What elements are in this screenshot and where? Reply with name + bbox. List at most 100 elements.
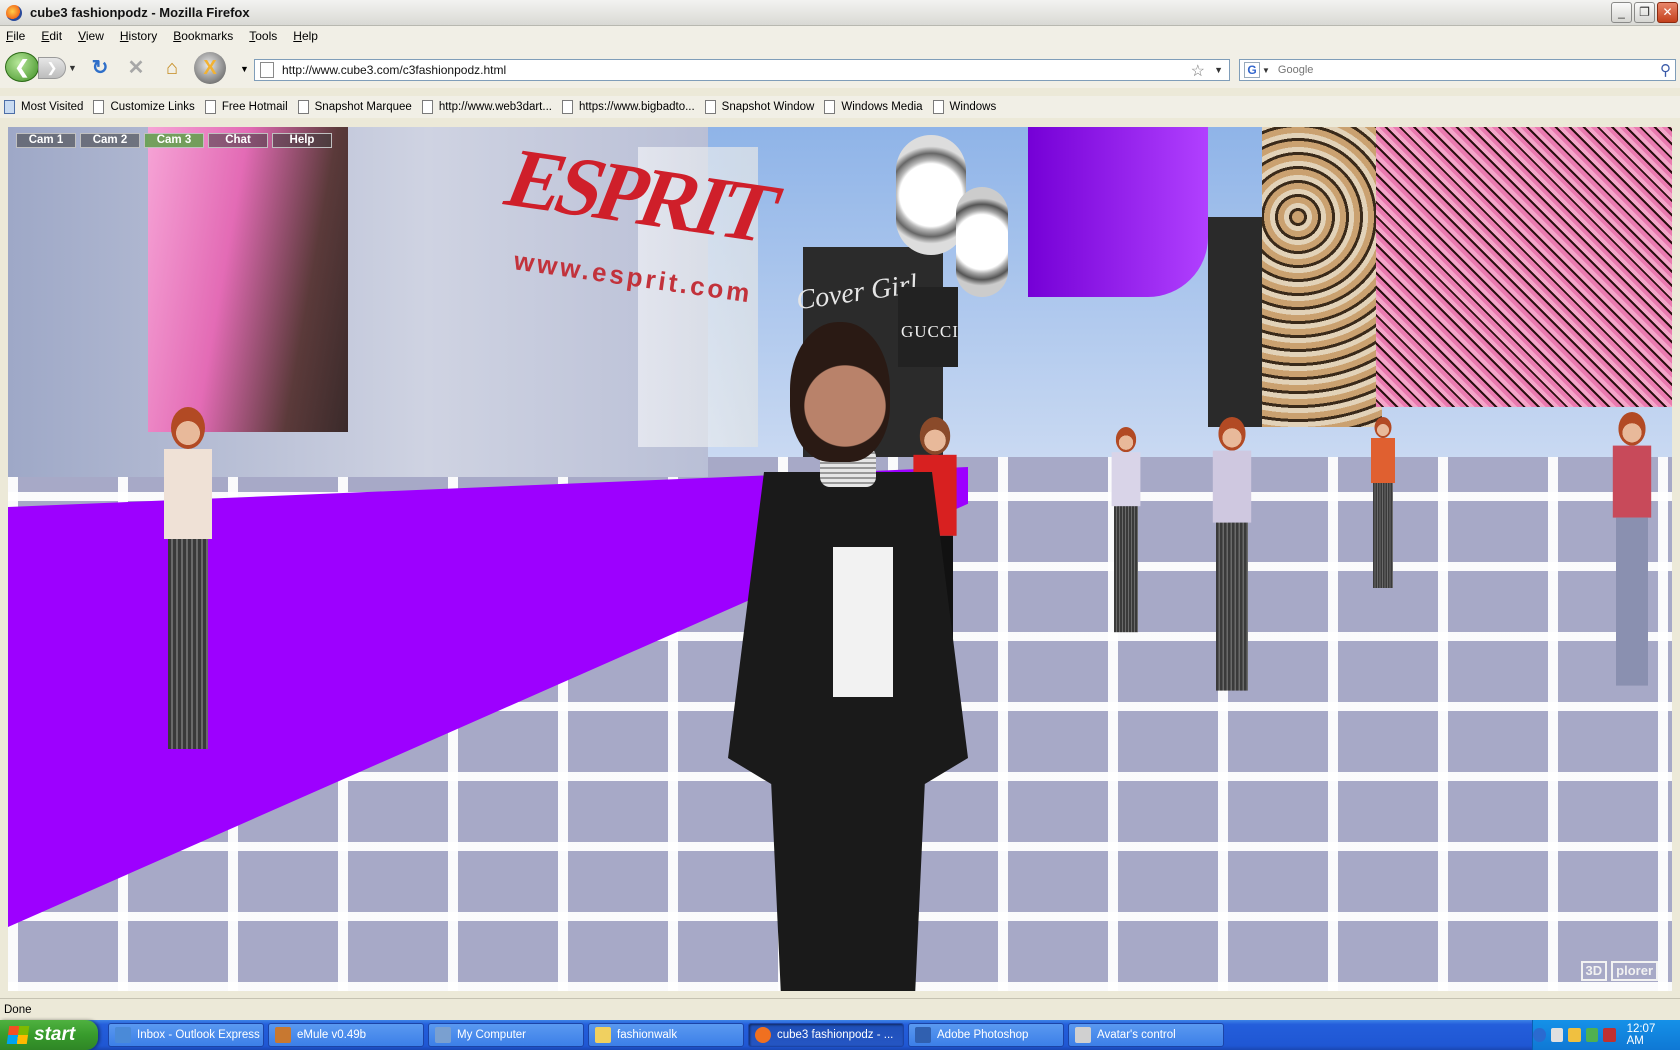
home-icon[interactable]: ⌂ <box>160 56 184 80</box>
google-engine-icon[interactable]: G <box>1244 62 1260 78</box>
task-my-computer[interactable]: My Computer <box>428 1023 584 1047</box>
task-buttons: Inbox - Outlook Express eMule v0.49b My … <box>108 1023 1224 1047</box>
menu-bookmarks[interactable]: Bookmarks <box>173 29 233 43</box>
task-outlook-express[interactable]: Inbox - Outlook Express <box>108 1023 264 1047</box>
3d-viewport[interactable]: ESPRIT www.esprit.com Cover Girl GUCCI C… <box>8 127 1672 991</box>
gucci-sign: GUCCI <box>901 322 959 341</box>
emule-icon <box>275 1027 291 1043</box>
bookmark-snapshot-window[interactable]: Snapshot Window <box>704 100 814 114</box>
page-icon <box>93 100 105 114</box>
poster-leopard-coat <box>1262 127 1382 427</box>
menu-bar: File Edit View History Bookmarks Tools H… <box>0 26 1680 46</box>
avatar-walker-left[interactable] <box>158 407 218 749</box>
photoshop-icon <box>915 1027 931 1043</box>
title-bar: cube3 fashionpodz - Mozilla Firefox _ ❐ … <box>0 0 1680 26</box>
url-text[interactable]: http://www.cube3.com/c3fashionpodz.html <box>282 63 506 77</box>
dark-poster <box>1208 217 1266 427</box>
menu-tools[interactable]: Tools <box>249 29 277 43</box>
clock[interactable]: 12:07 AM <box>1627 1023 1670 1047</box>
avatar-walker[interactable] <box>1208 417 1256 691</box>
search-icon[interactable]: ⚲ <box>1660 61 1671 79</box>
task-fashionwalk[interactable]: fashionwalk <box>588 1023 744 1047</box>
computer-icon <box>435 1027 451 1043</box>
camera-menu: Cam 1 Cam 2 Cam 3 Chat Help <box>16 133 332 148</box>
purple-tower <box>1028 127 1208 297</box>
task-avatars-control[interactable]: Avatar's control <box>1068 1023 1224 1047</box>
tray-app-icon[interactable] <box>1550 1028 1564 1042</box>
bookmark-customize-links[interactable]: Customize Links <box>93 100 195 114</box>
task-emule[interactable]: eMule v0.49b <box>268 1023 424 1047</box>
poster-pink-tweed <box>1376 127 1672 407</box>
url-bar[interactable]: http://www.cube3.com/c3fashionpodz.html … <box>254 59 1230 81</box>
3dxplorer-logo: 3D plorer <box>1580 961 1658 981</box>
system-tray: 12:07 AM <box>1532 1020 1680 1050</box>
close-button[interactable]: ✕ <box>1657 2 1678 23</box>
minimize-button[interactable]: _ <box>1611 2 1632 23</box>
bookmark-most-visited[interactable]: Most Visited <box>4 100 83 114</box>
back-icon[interactable]: ❮ <box>5 52 39 82</box>
menu-history[interactable]: History <box>120 29 157 43</box>
reload-icon[interactable]: ↻ <box>88 56 112 80</box>
page-icon <box>260 62 274 78</box>
cam-1-button[interactable]: Cam 1 <box>16 133 76 148</box>
star-icon[interactable]: ☆ <box>1191 61 1205 81</box>
menu-file[interactable]: File <box>6 29 25 43</box>
firefox-icon <box>755 1027 771 1043</box>
restore-button[interactable]: ❐ <box>1634 2 1655 23</box>
menu-help[interactable]: Help <box>293 29 318 43</box>
xplorer-icon[interactable]: X <box>194 52 226 84</box>
page-icon <box>932 100 944 114</box>
forward-icon[interactable]: ❯ <box>38 57 66 79</box>
tray-app-icon[interactable] <box>1568 1028 1581 1042</box>
logo-3d: 3D <box>1580 961 1608 981</box>
main-avatar-shirt <box>833 547 893 697</box>
app-icon <box>1075 1027 1091 1043</box>
main-avatar-head[interactable] <box>790 322 890 462</box>
logo-plorer: plorer <box>1611 961 1658 981</box>
tray-network-icon[interactable] <box>1585 1028 1599 1042</box>
url-dropdown-icon[interactable]: ▼ <box>1214 65 1223 75</box>
tray-app-icon[interactable] <box>1603 1028 1616 1042</box>
page-icon <box>824 100 836 114</box>
menu-edit[interactable]: Edit <box>41 29 62 43</box>
page-icon <box>204 100 216 114</box>
bookmark-web3dart[interactable]: http://www.web3dart... <box>421 100 552 114</box>
avatar-walker[interactable] <box>1368 417 1398 588</box>
bookmark-snapshot-marquee[interactable]: Snapshot Marquee <box>297 100 412 114</box>
avatar-walker[interactable] <box>1108 427 1144 633</box>
cam-2-button[interactable]: Cam 2 <box>80 133 140 148</box>
search-bar[interactable]: G ▼ ⚲ <box>1239 59 1676 81</box>
outlook-icon <box>115 1027 131 1043</box>
status-text: Done <box>4 1003 32 1016</box>
folder-icon <box>595 1027 611 1043</box>
history-dropdown-icon[interactable]: ▼ <box>68 63 77 73</box>
watch-poster-2 <box>956 187 1008 297</box>
stop-icon[interactable]: ✕ <box>124 56 148 80</box>
firefox-icon <box>6 4 22 21</box>
start-button[interactable]: start <box>0 1020 98 1050</box>
tray-arrow-icon[interactable] <box>1532 1028 1546 1042</box>
task-firefox[interactable]: cube3 fashionpodz - ... <box>748 1023 904 1047</box>
bookmarks-toolbar: Most Visited Customize Links Free Hotmai… <box>0 96 1680 118</box>
avatar-walker[interactable] <box>1608 412 1656 686</box>
chat-button[interactable]: Chat <box>208 133 268 148</box>
menu-view[interactable]: View <box>78 29 104 43</box>
folder-icon <box>4 100 15 114</box>
cam-3-button[interactable]: Cam 3 <box>144 133 204 148</box>
xplorer-dropdown-icon[interactable]: ▼ <box>240 64 249 74</box>
page-icon <box>297 100 309 114</box>
bookmark-bigbadto[interactable]: https://www.bigbadto... <box>561 100 695 114</box>
help-button[interactable]: Help <box>272 133 332 148</box>
bookmark-free-hotmail[interactable]: Free Hotmail <box>204 100 288 114</box>
page-icon <box>421 100 433 114</box>
bookmark-windows-media[interactable]: Windows Media <box>824 100 923 114</box>
task-photoshop[interactable]: Adobe Photoshop <box>908 1023 1064 1047</box>
search-input[interactable] <box>1277 64 1638 76</box>
taskbar: start Inbox - Outlook Express eMule v0.4… <box>0 1020 1680 1050</box>
bookmark-windows[interactable]: Windows <box>932 100 996 114</box>
status-bar: Done <box>0 998 1680 1020</box>
start-label: start <box>34 1024 76 1045</box>
engine-dropdown-icon[interactable]: ▼ <box>1262 66 1270 75</box>
window-title: cube3 fashionpodz - Mozilla Firefox <box>30 5 250 20</box>
window-controls: _ ❐ ✕ <box>1611 2 1678 23</box>
